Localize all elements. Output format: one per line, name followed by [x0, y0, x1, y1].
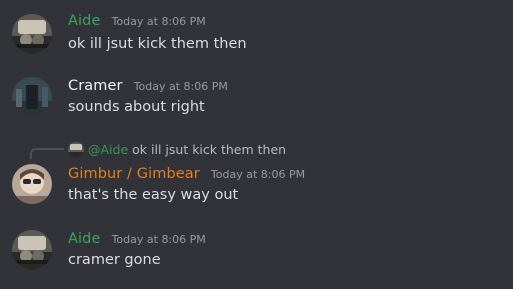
user-avatar-icon	[12, 14, 52, 54]
username[interactable]: Aide	[68, 231, 100, 247]
timestamp[interactable]: Today at 8:06 PM	[112, 15, 206, 28]
message-item[interactable]: @Aide ok ill jsut kick them then Gimbur …	[0, 140, 513, 210]
user-avatar-icon	[12, 164, 52, 204]
reply-text[interactable]: ok ill jsut kick them then	[132, 142, 286, 158]
timestamp[interactable]: Today at 8:06 PM	[112, 233, 206, 246]
avatar[interactable]	[12, 77, 52, 117]
reply-connector	[30, 148, 64, 159]
timestamp[interactable]: Today at 8:06 PM	[211, 168, 305, 181]
reply-avatar	[68, 142, 84, 158]
message-content: that's the easy way out	[68, 187, 239, 203]
user-avatar-icon	[12, 77, 52, 117]
avatar[interactable]	[12, 164, 52, 204]
user-avatar-icon	[12, 230, 52, 270]
reply-preview[interactable]: @Aide ok ill jsut kick them then	[68, 142, 286, 158]
message-content: cramer gone	[68, 252, 161, 268]
timestamp[interactable]: Today at 8:06 PM	[134, 80, 228, 93]
username[interactable]: Cramer	[68, 78, 123, 94]
username[interactable]: Gimbur / Gimbear	[68, 166, 200, 182]
message-item[interactable]: Cramer Today at 8:06 PM sounds about rig…	[0, 73, 513, 123]
username[interactable]: Aide	[68, 13, 100, 29]
reply-mention[interactable]: @Aide	[88, 142, 128, 158]
message-item[interactable]: Aide Today at 8:06 PM cramer gone	[0, 226, 513, 276]
user-avatar-icon	[68, 142, 84, 158]
avatar[interactable]	[12, 230, 52, 270]
message-content: sounds about right	[68, 99, 205, 115]
message-content: ok ill jsut kick them then	[68, 36, 247, 52]
message-item[interactable]: Aide Today at 8:06 PM ok ill jsut kick t…	[0, 8, 513, 58]
avatar[interactable]	[12, 14, 52, 54]
